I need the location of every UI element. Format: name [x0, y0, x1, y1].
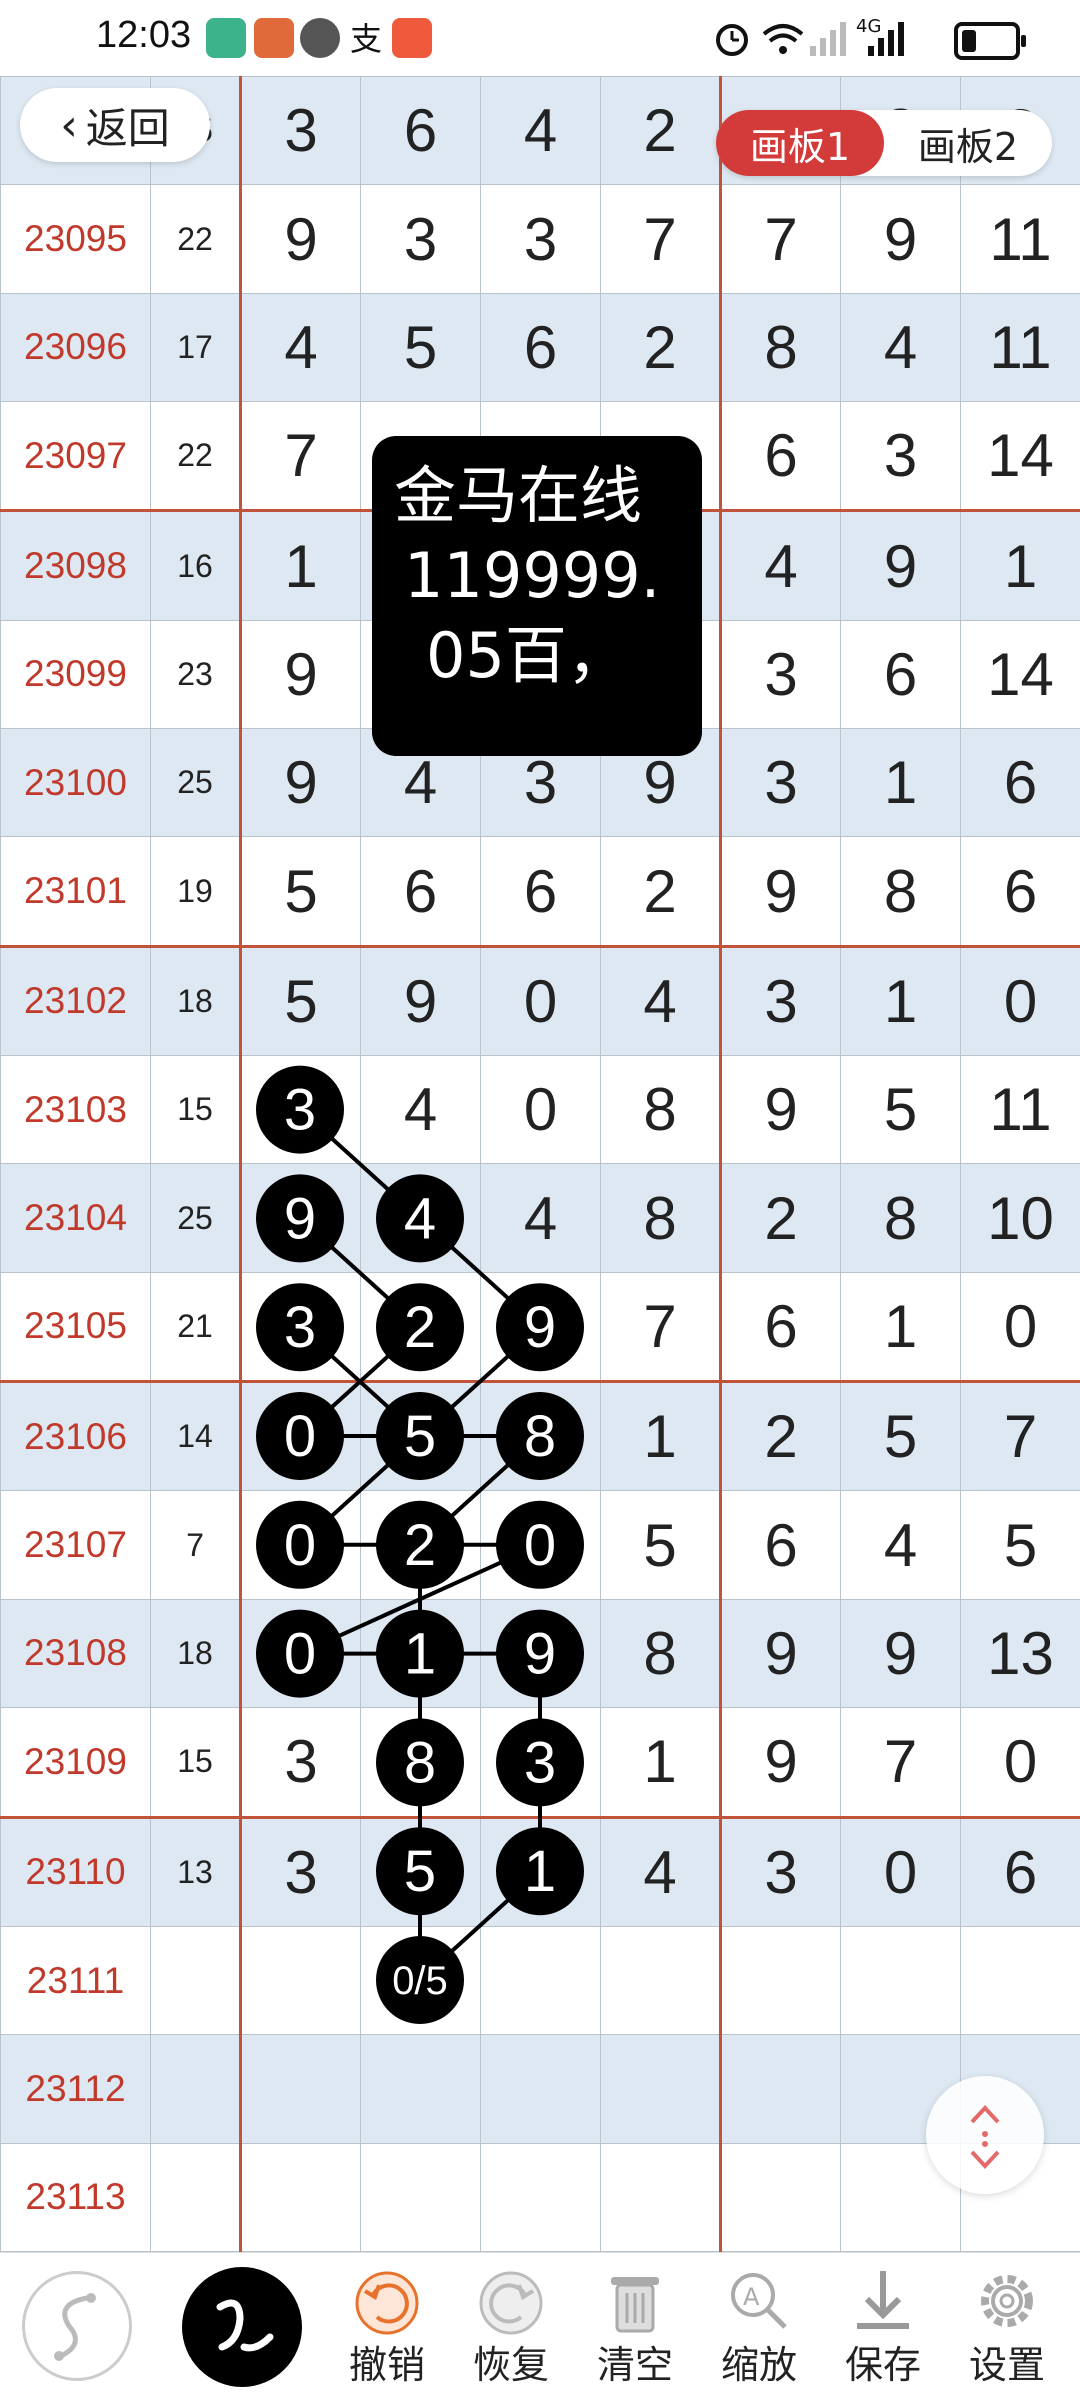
chevron-left-icon: ‹ — [60, 100, 78, 151]
marked-number: 8 — [404, 1730, 436, 1795]
undo-label: 撤销 — [332, 2341, 442, 2389]
message-icon — [300, 18, 340, 58]
clear-label: 清空 — [580, 2341, 690, 2389]
gear-icon — [969, 2263, 1045, 2339]
board-tab-1[interactable]: 画板1 — [716, 110, 884, 176]
popup-line: 05百， — [394, 616, 702, 696]
clear-button[interactable]: 清空 — [580, 2261, 690, 2401]
alarm-icon — [712, 18, 752, 62]
marked-number-circle[interactable]: 0/5 — [376, 1936, 464, 2024]
undo-button[interactable]: 撤销 — [332, 2261, 442, 2401]
marked-number-circle[interactable]: 0 — [496, 1501, 584, 1589]
marked-number-circle[interactable]: 1 — [376, 1610, 464, 1698]
save-icon — [845, 2263, 921, 2339]
draw-line-button[interactable] — [182, 2267, 302, 2387]
marked-number-circle[interactable]: 9 — [496, 1283, 584, 1371]
marked-number-circle[interactable]: 5 — [376, 1392, 464, 1480]
redo-label: 恢复 — [456, 2341, 566, 2389]
redo-button[interactable]: 恢复 — [456, 2261, 566, 2401]
marked-number-circle[interactable]: 0 — [256, 1501, 344, 1589]
signal-icon — [866, 18, 906, 62]
undo-icon — [349, 2263, 425, 2339]
battery-icon — [954, 22, 1020, 60]
save-label: 保存 — [828, 2341, 938, 2389]
redo-icon — [473, 2263, 549, 2339]
marked-number-circle[interactable]: 5 — [376, 1827, 464, 1915]
vertical-arrows-icon — [926, 2076, 1044, 2194]
marked-number: 9 — [524, 1295, 556, 1360]
marked-number-circle[interactable]: 8 — [376, 1718, 464, 1806]
app-notification-icon — [206, 18, 246, 58]
marked-number: 0 — [524, 1513, 556, 1578]
status-time: 12:03 — [96, 14, 191, 57]
back-button[interactable]: ‹ 返回 — [20, 88, 210, 162]
marked-number: 3 — [284, 1295, 316, 1360]
board-tab-2[interactable]: 画板2 — [884, 110, 1052, 176]
marked-number-circle[interactable]: 3 — [496, 1718, 584, 1806]
status-bar: 12:03 支 4G — [0, 0, 1080, 76]
marked-number: 3 — [524, 1730, 556, 1795]
marked-number: 2 — [404, 1295, 436, 1360]
marked-number-circle[interactable]: 0 — [256, 1610, 344, 1698]
app-notification-icon — [392, 18, 432, 58]
marked-number: 9 — [524, 1622, 556, 1687]
marked-number-circle[interactable]: 9 — [256, 1174, 344, 1262]
marked-number: 1 — [524, 1839, 556, 1904]
popup-line: 119999. — [394, 536, 702, 616]
marked-number-circle[interactable]: 2 — [376, 1283, 464, 1371]
marked-number: 3 — [284, 1078, 316, 1143]
marked-number: 8 — [524, 1404, 556, 1469]
drawing-overlay[interactable]: 3 9 4 3 2 9 0 5 8 0 2 0 0 1 9 8 3 5 1 0/5 — [0, 0, 1080, 2400]
wifi-icon — [760, 18, 806, 62]
svg-text:A: A — [743, 2283, 760, 2311]
marked-number-circle[interactable]: 0 — [256, 1392, 344, 1480]
alipay-icon: 支 — [346, 18, 386, 58]
marked-number-circle[interactable]: 3 — [256, 1283, 344, 1371]
marked-number: 2 — [404, 1513, 436, 1578]
info-popup: 金马在线 119999. 05百， — [372, 436, 702, 756]
trash-icon — [597, 2263, 673, 2339]
marked-number-circle[interactable]: 3 — [256, 1066, 344, 1154]
svg-text:支: 支 — [350, 20, 382, 58]
curve-pen-icon — [25, 2274, 129, 2378]
marked-number: 1 — [404, 1622, 436, 1687]
popup-line: 金马在线 — [394, 456, 702, 536]
marked-number-circle[interactable]: 1 — [496, 1827, 584, 1915]
marked-number-circle[interactable]: 9 — [496, 1610, 584, 1698]
settings-label: 设置 — [952, 2341, 1062, 2389]
marked-number-circle[interactable]: 2 — [376, 1501, 464, 1589]
marked-number: 0/5 — [392, 1959, 448, 2003]
marked-number: 4 — [404, 1186, 436, 1251]
pen-mode-button[interactable] — [22, 2271, 132, 2381]
marked-number: 0 — [284, 1513, 316, 1578]
save-button[interactable]: 保存 — [828, 2261, 938, 2401]
marked-number: 5 — [404, 1404, 436, 1469]
zoom-icon: A — [721, 2263, 797, 2339]
settings-button[interactable]: 设置 — [952, 2261, 1062, 2401]
zoom-label: 缩放 — [704, 2341, 814, 2389]
freehand-line-icon — [182, 2267, 302, 2387]
marked-number: 9 — [284, 1186, 316, 1251]
zoom-button[interactable]: A 缩放 — [704, 2261, 814, 2401]
board-switcher: 画板1 画板2 — [716, 110, 1052, 176]
marked-number: 0 — [284, 1622, 316, 1687]
marked-number-circle[interactable]: 4 — [376, 1174, 464, 1262]
bottom-toolbar: 撤销 恢复 清空 A 缩放 保存 — [0, 2252, 1080, 2401]
signal-icon — [808, 18, 848, 62]
marked-number: 5 — [404, 1839, 436, 1904]
marked-number: 0 — [284, 1404, 316, 1469]
scroll-toggle-button[interactable] — [926, 2076, 1044, 2194]
marked-number-circle[interactable]: 8 — [496, 1392, 584, 1480]
app-notification-icon — [254, 18, 294, 58]
back-label: 返回 — [86, 95, 170, 156]
